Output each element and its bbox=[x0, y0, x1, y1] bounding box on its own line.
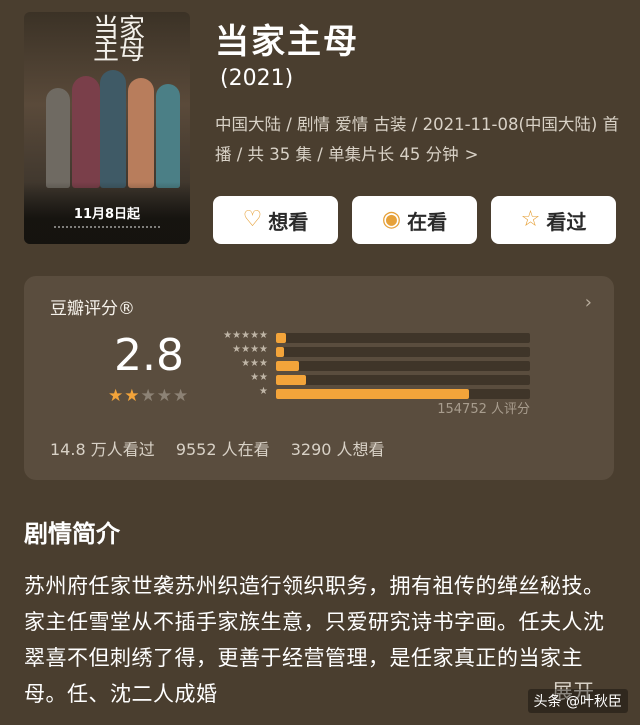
release-year: (2021) bbox=[220, 66, 294, 91]
watching-label: 在看 bbox=[407, 209, 448, 234]
distribution-bar bbox=[276, 333, 286, 343]
poster-image[interactable]: 当家主母 11月8日起 bbox=[24, 12, 190, 244]
distribution-stars-label: ★★★★★ bbox=[223, 330, 268, 341]
distribution-track bbox=[276, 333, 530, 343]
want-to-watch-button[interactable]: ♡ 想看 bbox=[213, 196, 338, 244]
chevron-right-icon[interactable]: › bbox=[585, 292, 592, 313]
watched-button[interactable]: ☆ 看过 bbox=[491, 196, 616, 244]
poster-fine-print bbox=[54, 226, 160, 236]
rating-label: 豆瓣评分® bbox=[50, 299, 135, 319]
poster-calligraphy: 当家主母 bbox=[92, 14, 145, 66]
meta-info[interactable]: 中国大陆 / 剧情 爱情 古装 / 2021-11-08(中国大陆) 首播 / … bbox=[215, 110, 620, 170]
star-empty-icon: ★ bbox=[156, 386, 173, 406]
watching-count: 9552 人在看 bbox=[175, 440, 270, 459]
poster-figure bbox=[128, 78, 154, 188]
distribution-bar bbox=[276, 361, 299, 371]
rating-score: 2.8 bbox=[114, 330, 184, 381]
page-title: 当家主母 bbox=[215, 22, 359, 62]
rating-votes: 154752 人评分 bbox=[437, 402, 530, 417]
distribution-track bbox=[276, 375, 530, 385]
heart-plus-icon: ♡ bbox=[242, 207, 263, 232]
watch-stats: 14.8 万人看过 9552 人在看 3290 人想看 bbox=[50, 436, 401, 460]
watched-count: 14.8 万人看过 bbox=[50, 440, 155, 459]
target-circle-icon: ◉ bbox=[381, 207, 402, 232]
distribution-row: ★★ bbox=[210, 372, 530, 387]
synopsis-text: 苏州府任家世袭苏州织造行领织职务，拥有祖传的缂丝秘技。家主任雪堂从不插手家族生意… bbox=[24, 574, 605, 706]
want-count: 3290 人想看 bbox=[290, 440, 385, 459]
distribution-stars-label: ★★★★ bbox=[232, 344, 268, 355]
star-filled-icon: ★ bbox=[108, 386, 125, 406]
rating-distribution: ★★★★★ ★★★★ ★★★ ★★ ★ bbox=[210, 330, 530, 402]
poster-date: 11月8日起 bbox=[73, 207, 141, 222]
movie-detail-page: 当家主母 11月8日起 当家主母 (2021) 中国大陆 / 剧情 爱情 古装 … bbox=[0, 0, 640, 725]
watched-label: 看过 bbox=[546, 209, 587, 234]
action-buttons: ♡ 想看 ◉ 在看 ☆ 看过 bbox=[213, 196, 617, 244]
synopsis-title: 剧情简介 bbox=[24, 520, 120, 548]
distribution-stars-label: ★★ bbox=[250, 372, 268, 383]
poster-figure bbox=[156, 84, 180, 188]
want-label: 想看 bbox=[268, 209, 309, 234]
star-half-icon: ★ bbox=[124, 386, 141, 406]
distribution-stars-label: ★★★ bbox=[241, 358, 268, 369]
star-empty-icon: ★ bbox=[173, 386, 190, 406]
poster-figure bbox=[46, 88, 70, 188]
rating-stars: ★★★★★ bbox=[108, 386, 189, 406]
poster-figure bbox=[100, 70, 126, 188]
distribution-bar bbox=[276, 375, 306, 385]
star-empty-icon: ★ bbox=[140, 386, 157, 406]
meta-text: 中国大陆 / 剧情 爱情 古装 / 2021-11-08(中国大陆) 首播 / … bbox=[215, 115, 620, 164]
rating-card[interactable]: 豆瓣评分® › 2.8 ★★★★★ ★★★★★ ★★★★ ★★★ ★★ ★ 154752… bbox=[24, 276, 614, 480]
poster-figure bbox=[72, 76, 100, 188]
distribution-bar bbox=[276, 347, 284, 357]
distribution-track bbox=[276, 347, 530, 357]
star-icon: ☆ bbox=[520, 207, 541, 232]
watermark: 头条 @叶秋臣 bbox=[527, 689, 628, 713]
distribution-track bbox=[276, 361, 530, 371]
watching-button[interactable]: ◉ 在看 bbox=[352, 196, 477, 244]
chevron-right-icon: > bbox=[464, 145, 479, 164]
distribution-stars-label: ★ bbox=[259, 386, 268, 397]
